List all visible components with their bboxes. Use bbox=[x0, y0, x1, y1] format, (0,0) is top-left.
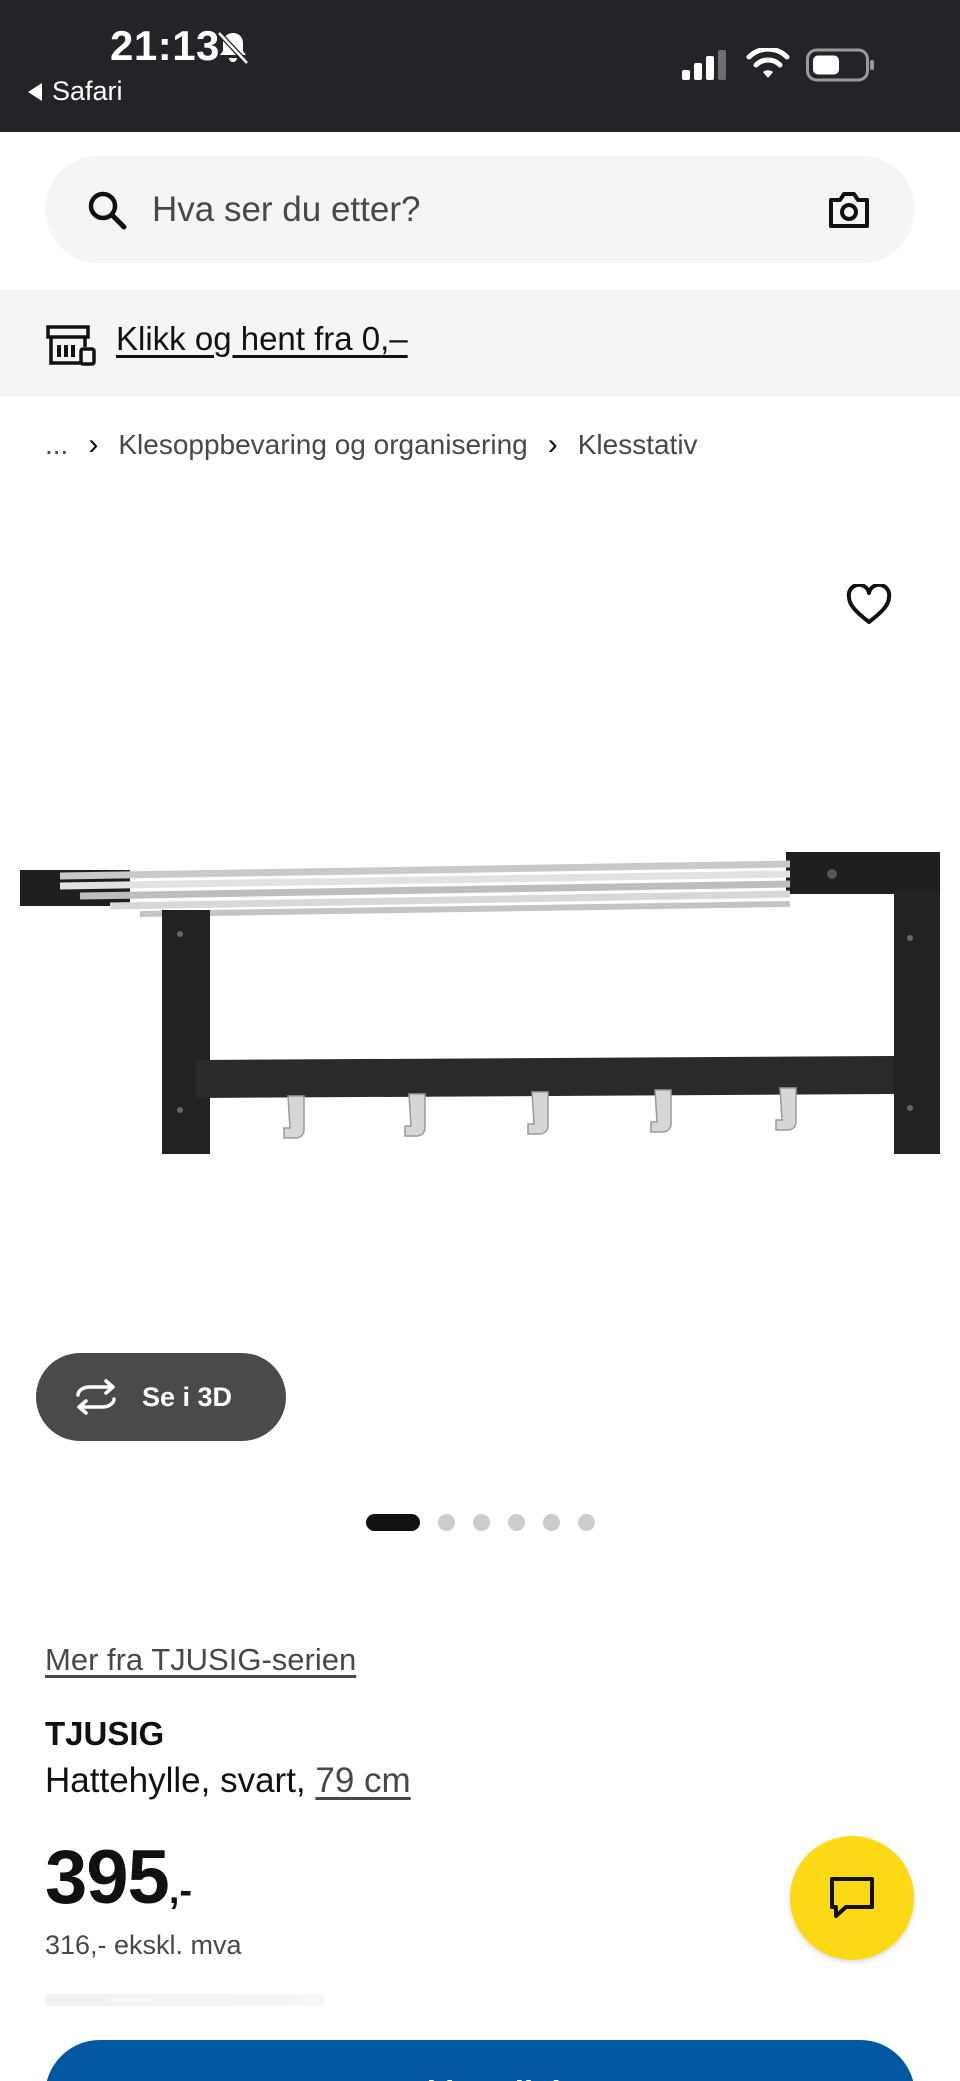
chat-icon bbox=[830, 1877, 874, 1918]
chevron-right-icon: › bbox=[547, 428, 558, 461]
price-suffix: ,- bbox=[168, 1870, 193, 1912]
carousel-dot-5[interactable] bbox=[542, 1513, 560, 1531]
bell-slash-icon bbox=[217, 31, 249, 65]
cellular-signal-icon bbox=[682, 50, 726, 80]
search-icon bbox=[88, 191, 127, 230]
product-description: Hattehylle, svart, 79 cm bbox=[45, 1761, 411, 1801]
chat-button[interactable] bbox=[790, 1836, 914, 1960]
carousel-dot-4[interactable] bbox=[507, 1513, 525, 1531]
see-in-3d-button[interactable]: Se i 3D bbox=[36, 1353, 286, 1441]
add-to-cart-button[interactable]: Legg i handlekurv bbox=[45, 2040, 915, 2081]
see-in-3d-label: Se i 3D bbox=[142, 1381, 233, 1412]
product-price: 395,- bbox=[45, 1834, 192, 1921]
search-input[interactable] bbox=[152, 156, 752, 263]
carousel-dot-1[interactable] bbox=[365, 1513, 420, 1531]
size-link[interactable]: 79 cm bbox=[315, 1761, 410, 1800]
rotate-3d-icon bbox=[76, 1379, 116, 1415]
breadcrumb-item-category[interactable]: Klesoppbevaring og organisering bbox=[118, 429, 527, 461]
store-icon bbox=[46, 325, 96, 366]
wifi-icon bbox=[746, 48, 790, 78]
carousel-dot-2[interactable] bbox=[437, 1513, 455, 1531]
product-type: Hattehylle, svart, bbox=[45, 1761, 306, 1800]
price-ex-vat: 316,- ekskl. mva bbox=[45, 1930, 242, 1960]
back-app-label: Safari bbox=[52, 76, 123, 106]
breadcrumb-item-subcategory[interactable]: Klesstativ bbox=[578, 429, 698, 461]
click-collect-banner: Klikk og hent fra 0,– bbox=[0, 290, 960, 397]
product-image[interactable] bbox=[0, 830, 960, 1170]
carousel-dot-6[interactable] bbox=[577, 1513, 595, 1531]
status-time: 21:13 bbox=[110, 22, 220, 69]
breadcrumb: ... › Klesoppbevaring og organisering › … bbox=[45, 428, 698, 462]
camera-icon[interactable] bbox=[827, 188, 871, 230]
price-value: 395 bbox=[45, 1835, 170, 1920]
battery-icon bbox=[806, 48, 874, 82]
carousel-indicator bbox=[0, 1512, 960, 1532]
heart-icon[interactable] bbox=[846, 584, 892, 626]
product-name: TJUSIG bbox=[45, 1715, 165, 1752]
search-bar[interactable] bbox=[45, 156, 915, 263]
carousel-dot-3[interactable] bbox=[472, 1513, 490, 1531]
click-collect-link[interactable]: Klikk og hent fra 0,– bbox=[116, 320, 408, 358]
back-to-safari[interactable]: Safari bbox=[28, 76, 123, 107]
series-link[interactable]: Mer fra TJUSIG-serien bbox=[45, 1642, 356, 1678]
breadcrumb-item-more[interactable]: ... bbox=[45, 429, 68, 461]
back-arrow-icon bbox=[28, 82, 42, 101]
rating-placeholder bbox=[45, 1994, 325, 2006]
chevron-right-icon: › bbox=[88, 428, 99, 461]
status-bar: 21:13 Safari bbox=[0, 0, 960, 132]
